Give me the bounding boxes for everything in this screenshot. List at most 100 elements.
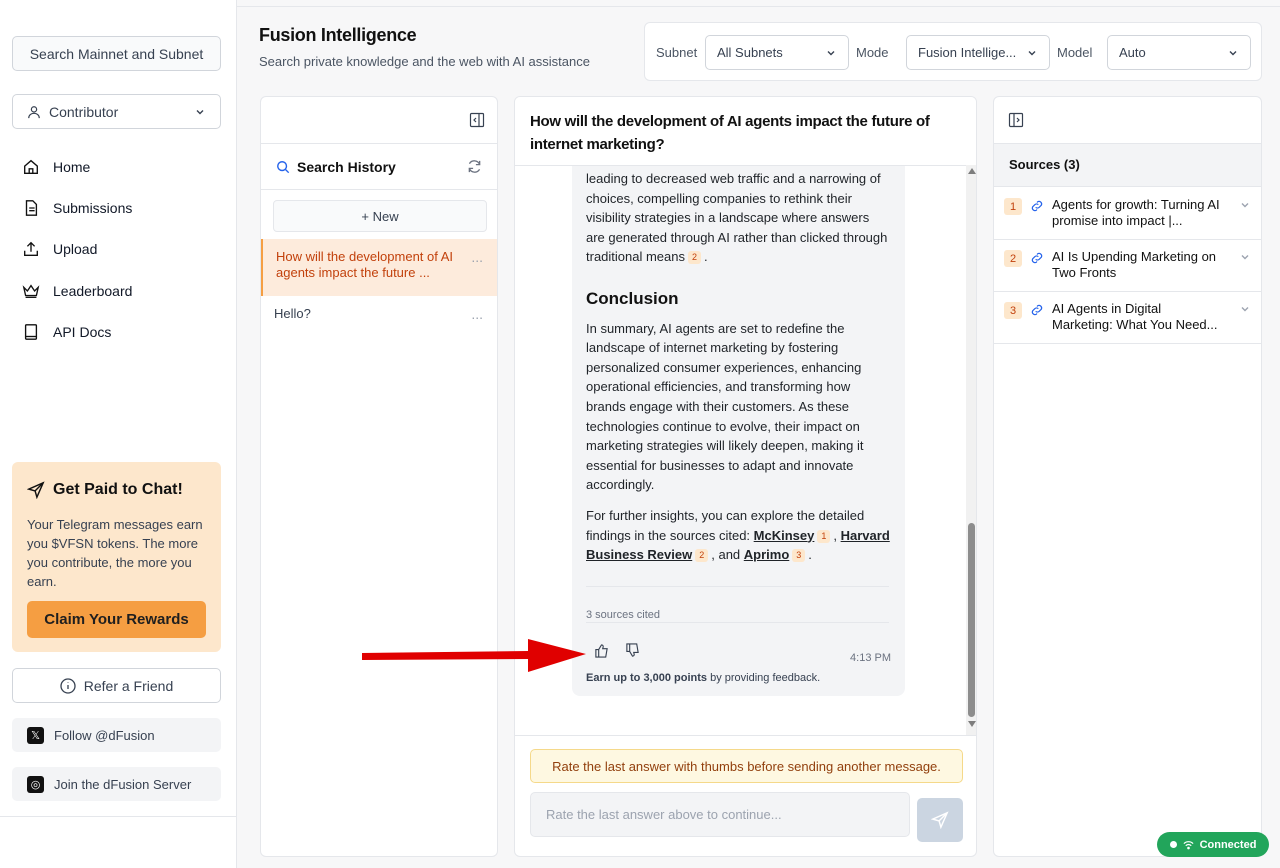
further-insights-paragraph: For further insights, you can explore th… [586, 507, 890, 563]
history-title: Search History [297, 158, 396, 175]
message-divider [586, 622, 889, 623]
source-title: AI Is Upending Marketing on Two Fronts [1052, 249, 1217, 280]
history-item[interactable]: Hello? ... [261, 296, 497, 332]
sidebar: Search Mainnet and Subnet Contributor Ho… [0, 0, 237, 868]
nav-leaderboard[interactable]: Leaderboard [22, 282, 132, 300]
sources-panel: Sources (3) 1 Agents for growth: Turning… [993, 96, 1262, 857]
thumbs-up-icon[interactable] [594, 643, 609, 658]
page-subtitle: Search private knowledge and the web wit… [259, 54, 590, 69]
chevron-down-icon[interactable] [1239, 199, 1251, 211]
scroll-down-icon[interactable] [968, 721, 976, 727]
chevron-down-icon[interactable] [1239, 251, 1251, 263]
message-input[interactable]: Rate the last answer above to continue..… [530, 792, 910, 837]
earn-points-rest: by providing feedback. [710, 672, 821, 684]
claim-rewards-label: Claim Your Rewards [44, 611, 189, 628]
document-icon [25, 200, 38, 216]
source-item[interactable]: 3 AI Agents in Digital Marketing: What Y… [994, 292, 1261, 344]
scroll-up-icon[interactable] [968, 168, 976, 174]
sidebar-divider [0, 816, 237, 817]
history-header: Search History [261, 143, 497, 190]
chat-question-title: How will the development of AI agents im… [530, 113, 930, 153]
nav-upload-label: Upload [53, 241, 98, 257]
source-title: AI Agents in Digital Marketing: What You… [1052, 301, 1218, 332]
refresh-icon[interactable] [467, 159, 482, 174]
send-button[interactable] [917, 798, 963, 842]
chat-footer-divider [515, 735, 976, 736]
mode-select[interactable]: Fusion Intellige... [906, 35, 1050, 70]
join-server-link[interactable]: ◎ Join the dFusion Server [12, 767, 221, 801]
subnet-value: All Subnets [717, 45, 783, 60]
refer-friend-button[interactable]: Refer a Friend [12, 668, 221, 703]
answer-text: leading to decreased web traffic and a n… [586, 171, 888, 265]
rating-warning-banner: Rate the last answer with thumbs before … [530, 749, 963, 783]
new-chat-button[interactable]: + New [273, 200, 487, 232]
model-value: Auto [1119, 45, 1146, 60]
source-title: Agents for growth: Turning AI promise in… [1052, 197, 1220, 228]
more-icon[interactable]: ... [471, 306, 483, 322]
source-item[interactable]: 2 AI Is Upending Marketing on Two Fronts [994, 240, 1261, 292]
role-select[interactable]: Contributor [12, 94, 221, 129]
connection-status-label: Connected [1199, 838, 1257, 851]
chevron-down-icon[interactable] [1239, 303, 1251, 315]
earn-points-text: Earn up to 3,000 points by providing fee… [586, 669, 820, 689]
chevron-down-icon [1229, 50, 1237, 55]
conclusion-paragraph: In summary, AI agents are set to redefin… [586, 320, 864, 493]
red-arrow-annotation [362, 639, 586, 672]
answer-paragraph: leading to decreased web traffic and a n… [586, 171, 888, 265]
citation-badge[interactable]: 2 [695, 549, 709, 563]
nav-api-docs[interactable]: API Docs [22, 323, 111, 341]
link-icon [1031, 200, 1043, 212]
assistant-message: leading to decreased web traffic and a n… [572, 149, 905, 696]
role-label: Contributor [49, 103, 119, 120]
search-mainnet-button[interactable]: Search Mainnet and Subnet [12, 36, 221, 71]
citation-badge[interactable]: 2 [688, 251, 702, 265]
subnet-label: Subnet [656, 45, 698, 60]
upload-icon [24, 241, 38, 256]
nav-upload[interactable]: Upload [22, 240, 97, 258]
collapse-panel-icon[interactable] [469, 112, 485, 128]
thumbs-down-icon[interactable] [625, 643, 640, 658]
model-select[interactable]: Auto [1107, 35, 1251, 70]
aprimo-link[interactable]: Aprimo [744, 547, 790, 562]
mode-value: Fusion Intellige... [918, 45, 1017, 60]
earn-points-bold: Earn up to 3,000 points [586, 672, 708, 684]
history-item-label: Hello? [274, 306, 311, 321]
and-text: , and [711, 547, 741, 563]
collapse-panel-icon[interactable] [1008, 112, 1024, 128]
nav-submissions[interactable]: Submissions [22, 199, 132, 217]
subnet-select[interactable]: All Subnets [705, 35, 849, 70]
scrollbar-thumb[interactable] [968, 523, 975, 717]
history-panel: Search History + New How will the develo… [260, 96, 498, 857]
nav-leaderboard-label: Leaderboard [53, 283, 133, 299]
claim-rewards-button[interactable]: Claim Your Rewards [27, 601, 206, 638]
more-icon[interactable]: ... [471, 249, 483, 265]
nav-home[interactable]: Home [22, 158, 90, 176]
chevron-down-icon [1028, 50, 1036, 55]
citation-badge[interactable]: 3 [792, 549, 806, 563]
history-item[interactable]: How will the development of AI agents im… [261, 239, 497, 296]
refer-friend-label: Refer a Friend [83, 677, 174, 694]
nav-home-label: Home [53, 159, 91, 175]
controls-bar: Subnet All Subnets Mode Fusion Intellige… [644, 22, 1262, 81]
x-icon: 𝕏 [27, 726, 44, 744]
source-number-badge: 3 [1004, 302, 1022, 319]
follow-dfusion-link[interactable]: 𝕏 Follow @dFusion [12, 718, 221, 752]
info-icon [60, 677, 76, 694]
promo-card: Get Paid to Chat! Your Telegram messages… [12, 462, 221, 652]
connection-status-badge: Connected [1157, 832, 1269, 857]
search-mainnet-label: Search Mainnet and Subnet [29, 45, 204, 62]
promo-text: Your Telegram messages earn you $VFSN to… [27, 517, 203, 589]
citation-badge[interactable]: 1 [817, 529, 831, 543]
user-icon [28, 105, 40, 118]
book-icon [24, 324, 38, 340]
history-item-label: How will the development of AI agents im… [276, 249, 454, 280]
promo-title-text: Get Paid to Chat! [53, 481, 183, 498]
mckinsey-link[interactable]: McKinsey [754, 528, 815, 543]
discord-icon: ◎ [27, 775, 44, 793]
mode-label: Mode [856, 45, 889, 60]
follow-label: Follow @dFusion [54, 727, 155, 743]
model-label: Model [1057, 45, 1093, 60]
chat-panel: leading to decreased web traffic and a n… [514, 96, 977, 857]
source-item[interactable]: 1 Agents for growth: Turning AI promise … [994, 188, 1261, 240]
chat-scrollbar[interactable] [966, 165, 976, 735]
